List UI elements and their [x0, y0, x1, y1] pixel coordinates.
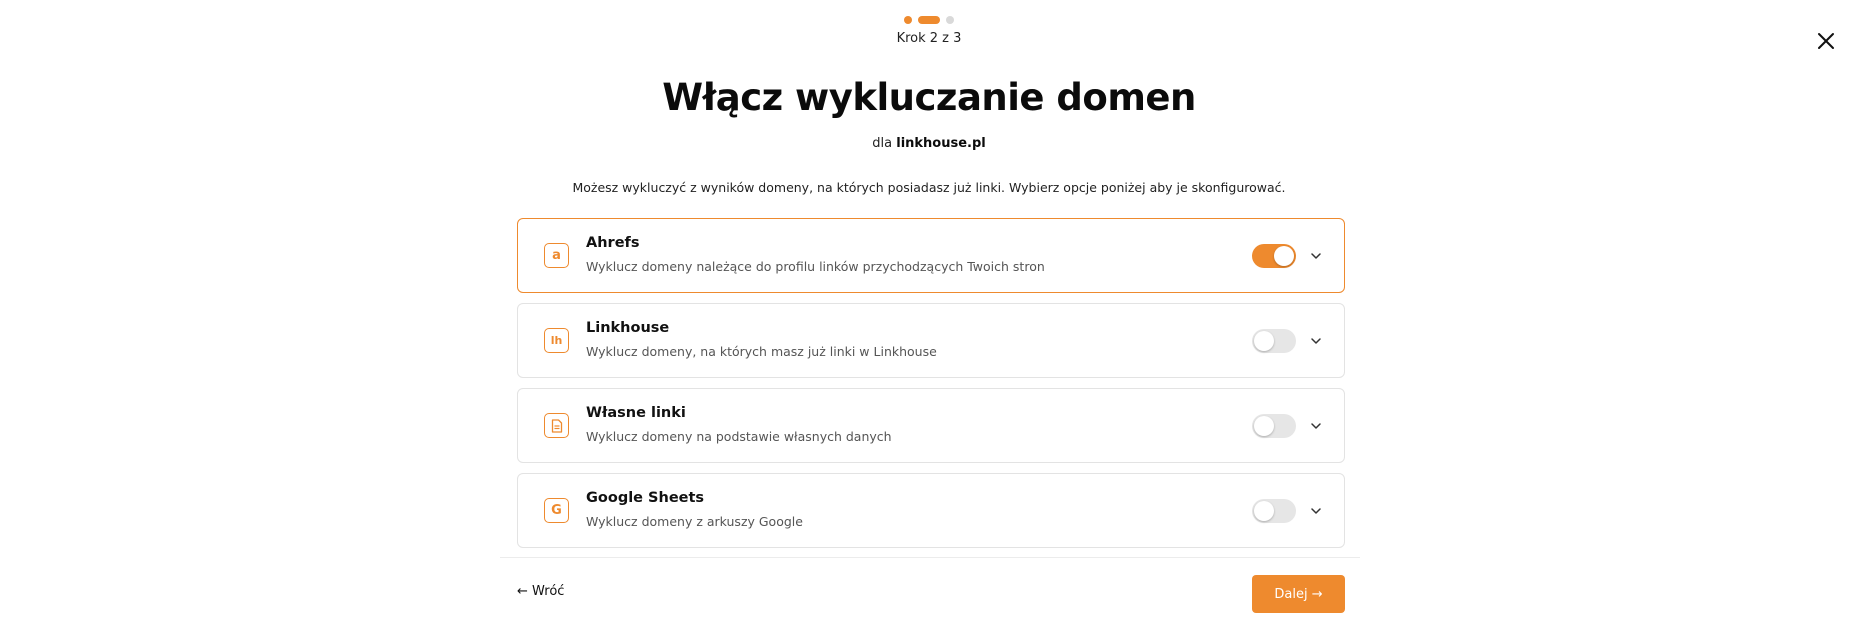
back-link[interactable]: ← Wróć [517, 584, 564, 599]
option-title: Linkhouse [586, 320, 670, 336]
option-description: Wyklucz domeny na podstawie własnych dan… [586, 429, 892, 444]
step-label: Krok 2 z 3 [896, 31, 962, 46]
google-icon: G [544, 498, 569, 523]
chevron-down-icon[interactable] [1308, 418, 1324, 434]
google-icon-letter: G [551, 503, 562, 518]
option-description: Wyklucz domeny, na których masz już link… [586, 344, 937, 359]
page-title: Włącz wykluczanie domen [662, 76, 1196, 119]
option-card-google-sheets[interactable]: G Google Sheets Wyklucz domeny z arkuszy… [517, 473, 1345, 548]
toggle-knob [1254, 501, 1274, 521]
toggle-linkhouse[interactable] [1252, 329, 1296, 353]
ahrefs-icon: a [544, 243, 569, 268]
toggle-knob [1254, 416, 1274, 436]
toggle-ahrefs[interactable] [1252, 244, 1296, 268]
option-title: Google Sheets [586, 490, 705, 506]
toggle-knob [1254, 331, 1274, 351]
chevron-down-icon[interactable] [1308, 248, 1324, 264]
option-title: Własne linki [586, 405, 686, 421]
option-description: Wyklucz domeny należące do profilu linkó… [586, 259, 1045, 274]
close-icon[interactable] [1815, 30, 1837, 52]
option-card-linkhouse[interactable]: lh Linkhouse Wyklucz domeny, na których … [517, 303, 1345, 378]
option-card-ahrefs[interactable]: a Ahrefs Wyklucz domeny należące do prof… [517, 218, 1345, 293]
ahrefs-icon-letter: a [552, 248, 561, 263]
footer-divider [500, 557, 1360, 558]
chevron-down-icon[interactable] [1308, 503, 1324, 519]
toggle-own-links[interactable] [1252, 414, 1296, 438]
toggle-google-sheets[interactable] [1252, 499, 1296, 523]
next-button[interactable]: Dalej → [1252, 575, 1345, 613]
domain-name: linkhouse.pl [896, 136, 986, 151]
linkhouse-icon-letters: lh [550, 334, 563, 347]
subtitle-prefix: dla [872, 136, 893, 151]
toggle-knob [1274, 246, 1294, 266]
option-card-own-links[interactable]: Własne linki Wyklucz domeny na podstawie… [517, 388, 1345, 463]
document-icon [544, 413, 569, 438]
step-dot-3 [946, 16, 954, 24]
option-title: Ahrefs [586, 235, 640, 251]
linkhouse-icon: lh [544, 328, 569, 353]
chevron-down-icon[interactable] [1308, 333, 1324, 349]
description: Możesz wykluczyć z wyników domeny, na kt… [572, 180, 1286, 195]
step-dot-1 [904, 16, 912, 24]
modal: Krok 2 z 3 Włącz wykluczanie domen dla l… [0, 0, 1858, 640]
subtitle: dla linkhouse.pl [0, 136, 1858, 151]
option-description: Wyklucz domeny z arkuszy Google [586, 514, 803, 529]
step-indicator [0, 16, 1858, 24]
step-dot-2 [918, 16, 940, 24]
exclusion-options-list: a Ahrefs Wyklucz domeny należące do prof… [517, 218, 1345, 558]
